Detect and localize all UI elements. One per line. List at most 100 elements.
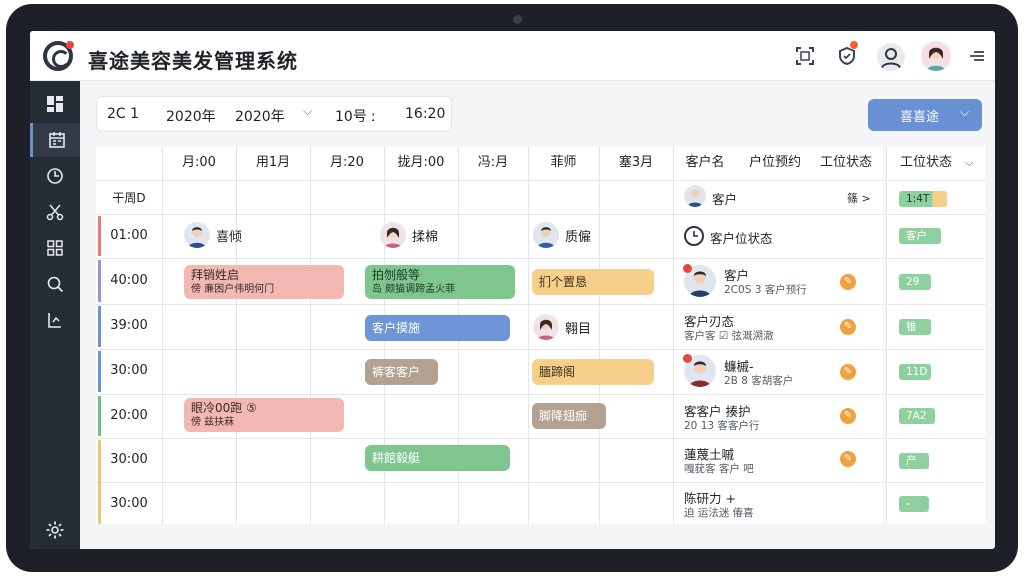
customer-detail: 2C0S 3 客户预行 xyxy=(724,284,807,296)
row-label: 干周D xyxy=(112,191,146,205)
customer-detail: 2B 8 客胡客户 xyxy=(724,375,794,387)
scissors-icon[interactable] xyxy=(30,195,80,229)
staff-member[interactable]: 翱目 xyxy=(533,314,591,340)
schedule-grid: 月:00 用1月 月:20 拢月:00 冯:月 菲师 塞3月 干周D 01:00… xyxy=(96,146,673,524)
staff-name: 质僱 xyxy=(565,229,592,245)
column-header[interactable]: 月:00 xyxy=(162,146,236,180)
appointment-card[interactable]: 扪个置恳 xyxy=(532,269,654,295)
appointment-card[interactable]: 客户摸施 xyxy=(365,315,510,341)
column-header[interactable]: 月:20 xyxy=(310,146,384,180)
grid-line xyxy=(96,304,673,305)
gear-icon[interactable] xyxy=(30,513,80,547)
report-icon[interactable] xyxy=(30,303,80,337)
appointment-card[interactable]: 耕館毅艇 xyxy=(365,445,510,471)
avatar[interactable] xyxy=(921,41,951,71)
appointment-detail: 岛 颇猫调蹄孟火菲 xyxy=(372,284,456,295)
date-segment-1[interactable]: 2C 1 xyxy=(107,106,139,122)
edit-icon[interactable]: ✎ xyxy=(840,319,856,335)
grid-line xyxy=(96,482,673,483)
column-header[interactable]: 塞3月 xyxy=(599,146,673,180)
avatar xyxy=(184,222,210,248)
customer-row[interactable]: 蓮蔑土嘁 嘎莸客 客户 吧 ✎ xyxy=(674,438,884,482)
appointment-card[interactable]: 脚降翅痂 xyxy=(532,403,606,429)
appointment-card[interactable]: 腼蹄阁 xyxy=(532,359,654,385)
appointment-title: 裤客客户 xyxy=(372,364,421,379)
customer-row[interactable]: 客户 2C0S 3 客户预行 ✎ xyxy=(674,258,884,304)
avatar xyxy=(533,314,559,340)
status-pill[interactable]: 1:4T xyxy=(899,191,947,207)
search-icon[interactable] xyxy=(30,267,80,301)
staff-member[interactable]: 喜倾 xyxy=(184,222,242,248)
appointment-card[interactable]: 眼冷00跑 ⑤ 傍 兹扶菻 xyxy=(184,398,344,432)
grid-line xyxy=(528,146,529,524)
status-pill[interactable]: 7A2 xyxy=(899,408,935,424)
status-pill[interactable]: - xyxy=(899,496,929,512)
date-selector[interactable]: 2C 1 2020年 2020年 ⌵ 10号 ː 16:20 xyxy=(96,96,452,132)
column-header[interactable]: 用1月 xyxy=(236,146,310,180)
customer-row[interactable]: 客户刃态 客户客 ☑ 弦溉溯澈 ✎ xyxy=(674,304,884,349)
avatar xyxy=(684,185,706,207)
primary-action-button[interactable]: 喜喜途 ⌵ xyxy=(868,99,982,131)
grid-line xyxy=(236,146,237,524)
chevron-down-icon: ⌵ xyxy=(960,105,970,119)
customer-row[interactable]: 蠊槭- 2B 8 客胡客户 ✎ xyxy=(674,349,884,394)
customer-row[interactable]: 客客户 揍护 20 13 客客户行 ✎ xyxy=(674,394,884,438)
date-segment-year[interactable]: 2020年 xyxy=(166,106,216,126)
customer-detail: 迫 运法迷 偆喜 xyxy=(684,507,754,519)
scan-icon[interactable] xyxy=(793,44,817,68)
date-segment-time[interactable]: 16:20 xyxy=(405,106,445,122)
camera xyxy=(513,15,522,24)
staff-name: 翱目 xyxy=(565,321,592,337)
staff-member[interactable]: 质僱 xyxy=(533,222,591,248)
dashboard-icon[interactable] xyxy=(30,87,80,121)
user-icon[interactable] xyxy=(877,43,905,71)
edit-icon[interactable]: ✎ xyxy=(840,364,856,380)
appointment-card[interactable]: 拜销姓启 傍 亷困户伟明何门 xyxy=(184,265,344,299)
staff-name: 喜倾 xyxy=(216,229,243,245)
time-label: 39:00 xyxy=(110,318,148,333)
column-header[interactable]: 拢月:00 xyxy=(384,146,458,180)
edit-icon[interactable]: ✎ xyxy=(840,408,856,424)
primary-action-label: 喜喜途 xyxy=(900,110,940,125)
more-link[interactable]: 篠 > xyxy=(847,190,871,206)
column-header[interactable]: 菲师 xyxy=(528,146,599,180)
chevron-down-icon[interactable]: ⌵ xyxy=(965,156,973,170)
grid-icon[interactable] xyxy=(30,231,80,265)
edit-icon[interactable]: ✎ xyxy=(840,451,856,467)
grid-line xyxy=(310,146,311,524)
appointment-title: 扪个置恳 xyxy=(539,274,588,289)
customer-detail: 嘎莸客 客户 吧 xyxy=(684,463,754,475)
customer-panel-header[interactable]: 工位状态 xyxy=(812,146,880,180)
customer-detail: 20 13 客客户行 xyxy=(684,420,760,432)
date-segment-day[interactable]: 10号 ː xyxy=(335,106,376,126)
grid-line xyxy=(96,394,673,395)
customer-panel-header[interactable]: 客户名 xyxy=(674,146,736,180)
appointment-title: 拜销姓启 xyxy=(191,268,240,282)
status-pill[interactable]: 11D xyxy=(899,364,931,380)
appointment-card[interactable]: 拍刎般等 岛 颇猫调蹄孟火菲 xyxy=(365,265,515,299)
customer-panel-header[interactable]: 户位预约 xyxy=(740,146,810,180)
calendar-icon[interactable] xyxy=(30,123,80,157)
status-pill[interactable]: 产 xyxy=(899,453,929,469)
time-label: 30:00 xyxy=(110,452,148,467)
date-segment-year-2[interactable]: 2020年 xyxy=(235,106,285,126)
alert-badge xyxy=(683,264,692,273)
column-header[interactable]: 冯:月 xyxy=(458,146,528,180)
customer-row[interactable]: 陈研力 + 迫 运法迷 偆喜 xyxy=(674,482,884,524)
appointment-detail: 傍 亷困户伟明何门 xyxy=(191,284,275,295)
appointment-card[interactable]: 裤客客户 xyxy=(365,359,438,385)
edit-icon[interactable]: ✎ xyxy=(840,274,856,290)
status-pill[interactable]: 锥 xyxy=(899,319,931,335)
appointment-title: 客户摸施 xyxy=(372,320,421,335)
divider xyxy=(887,258,986,259)
clock-icon[interactable] xyxy=(30,159,80,193)
menu-icon[interactable] xyxy=(965,44,989,68)
chevron-down-icon[interactable]: ⌵ xyxy=(303,104,312,119)
avatar xyxy=(533,222,559,248)
status-pill[interactable]: 29 xyxy=(899,274,931,290)
status-pill[interactable]: 客户 xyxy=(899,228,941,244)
staff-member[interactable]: 揉棉 xyxy=(380,222,438,248)
top-bar: 喜途美容美发管理系统 xyxy=(30,31,995,81)
customer-name: 客户 xyxy=(712,192,738,207)
status-panel-header[interactable]: 工位状态 xyxy=(891,146,961,180)
